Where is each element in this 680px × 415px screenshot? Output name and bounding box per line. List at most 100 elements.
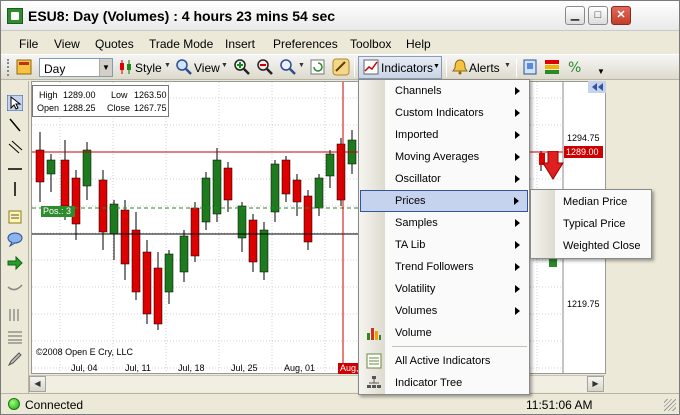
indicators-button[interactable]: Indicators ▼ <box>358 56 442 79</box>
resize-grip[interactable] <box>664 399 676 411</box>
view-dropdown-icon[interactable]: ▼ <box>221 62 228 69</box>
menu-trade-mode[interactable]: Trade Mode <box>149 37 213 51</box>
menu-item-custom-indicators[interactable]: Custom Indicators <box>360 102 528 124</box>
menu-item-label: Oscillator <box>395 173 441 185</box>
menu-item-volatility[interactable]: Volatility <box>360 278 528 300</box>
menu-item-label: Imported <box>395 129 439 141</box>
scroll-left-button[interactable]: ◀ <box>29 376 46 392</box>
menu-item-label: Channels <box>395 85 442 97</box>
palette-icon[interactable] <box>521 58 539 76</box>
menu-file[interactable]: File <box>19 37 38 51</box>
style-dropdown-icon[interactable]: ▼ <box>164 62 171 69</box>
callout-icon[interactable] <box>7 231 23 247</box>
menu-item-volume[interactable]: Volume <box>360 322 528 344</box>
menu-item-label: Trend Followers <box>395 261 474 273</box>
candle-body <box>212 159 222 215</box>
time-axis-label: Jul, 18 <box>178 363 205 373</box>
high-label: High <box>39 90 58 100</box>
menu-item-trend-followers[interactable]: Trend Followers <box>360 256 528 278</box>
indicators-label: Indicators <box>381 61 434 75</box>
scroll-right-button[interactable]: ▶ <box>587 376 604 392</box>
submenu-arrow-icon <box>515 263 520 271</box>
toolbar-overflow[interactable]: ▼ <box>597 65 605 76</box>
submenu-item-typical-price[interactable]: Typical Price <box>563 218 625 230</box>
menu-item-label: Moving Averages <box>395 151 480 163</box>
cycle-lines-icon[interactable] <box>7 307 23 323</box>
menu-insert[interactable]: Insert <box>225 37 255 51</box>
menu-item-imported[interactable]: Imported <box>360 124 528 146</box>
color-scheme-icon[interactable] <box>543 58 561 76</box>
last-price-tag: 1289.00 <box>564 146 603 158</box>
window-title: ESU8: Day (Volumes) : 4 hours 23 mins 54… <box>28 8 336 24</box>
trend-line-icon[interactable] <box>7 117 23 133</box>
low-value: 1263.50 <box>134 90 167 100</box>
candle-body <box>292 179 302 203</box>
alerts-label[interactable]: Alerts <box>469 61 500 75</box>
menu-preferences[interactable]: Preferences <box>273 37 338 51</box>
candle-body <box>314 177 324 209</box>
time-axis-label: Jul, 25 <box>231 363 258 373</box>
zoom-in-icon[interactable] <box>233 58 251 76</box>
menu-item-channels[interactable]: Channels <box>360 80 528 102</box>
zoom-menu-icon[interactable] <box>279 58 297 76</box>
period-icon[interactable] <box>16 58 34 76</box>
candle-body <box>46 159 56 175</box>
curve-icon[interactable] <box>7 277 23 293</box>
period-select[interactable]: Day ▼ <box>39 58 113 77</box>
arrow-right-icon[interactable] <box>7 255 23 271</box>
pen-icon[interactable] <box>7 351 23 367</box>
minimize-button[interactable]: ▁ <box>565 6 585 25</box>
menu-item-all-active-indicators[interactable]: All Active Indicators <box>360 350 528 372</box>
bell-icon[interactable] <box>451 58 469 76</box>
menu-item-label: Volumes <box>395 305 438 317</box>
collapse-panel-icon[interactable] <box>588 81 606 93</box>
menu-view[interactable]: View <box>54 37 80 51</box>
menu-help[interactable]: Help <box>406 37 431 51</box>
menu-toolbox[interactable]: Toolbox <box>350 37 391 51</box>
vertical-line-icon[interactable] <box>7 181 23 197</box>
menu-item-prices[interactable]: Prices <box>360 190 528 212</box>
zoom-out-icon[interactable] <box>256 58 274 76</box>
pointer-icon[interactable] <box>7 95 23 111</box>
menu-item-samples[interactable]: Samples <box>360 212 528 234</box>
menu-item-moving-averages[interactable]: Moving Averages <box>360 146 528 168</box>
candle-body <box>248 219 258 263</box>
view-label[interactable]: View <box>194 61 220 75</box>
submenu-arrow-icon <box>515 153 520 161</box>
text-note-icon[interactable] <box>7 209 23 225</box>
submenu-arrow-icon <box>515 307 520 315</box>
submenu-item-median-price[interactable]: Median Price <box>563 196 627 208</box>
menu-item-ta-lib[interactable]: TA Lib <box>360 234 528 256</box>
menu-item-oscillator[interactable]: Oscillator <box>360 168 528 190</box>
maximize-button[interactable]: □ <box>588 6 608 25</box>
candle-body <box>325 153 335 177</box>
menu-item-label: Indicator Tree <box>395 377 463 389</box>
alerts-dropdown-icon[interactable]: ▼ <box>504 62 511 69</box>
candle-body <box>237 205 247 239</box>
style-label[interactable]: Style <box>135 61 162 75</box>
drawing-tools-icon[interactable] <box>332 58 350 76</box>
position-tag[interactable]: Pos.: 3 <box>41 206 75 217</box>
submenu-arrow-icon <box>515 175 520 183</box>
fibonacci-icon[interactable] <box>7 329 23 345</box>
magnifier-icon[interactable] <box>175 58 193 76</box>
candle-style-icon[interactable] <box>117 58 135 76</box>
refresh-icon[interactable] <box>309 58 327 76</box>
toolbar-grip[interactable] <box>7 59 10 76</box>
title-bar[interactable]: ESU8: Day (Volumes) : 4 hours 23 mins 54… <box>1 1 679 31</box>
percent-tool-icon[interactable]: % <box>566 58 584 76</box>
menu-quotes[interactable]: Quotes <box>95 37 134 51</box>
channel-line-icon[interactable] <box>7 139 23 155</box>
menu-item-indicator-tree[interactable]: Indicator Tree <box>360 372 528 394</box>
chevron-down-icon[interactable]: ▼ <box>99 59 112 76</box>
candle-body <box>270 163 280 213</box>
candle-body <box>71 177 81 225</box>
menu-item-volumes[interactable]: Volumes <box>360 300 528 322</box>
horizontal-line-icon[interactable] <box>7 161 23 177</box>
indicators-dropdown-icon: ▼ <box>433 63 440 70</box>
submenu-arrow-icon <box>515 109 520 117</box>
close-button[interactable]: ✕ <box>611 6 631 25</box>
submenu-item-weighted-close[interactable]: Weighted Close <box>563 240 640 252</box>
zoom-dropdown-icon[interactable]: ▼ <box>298 62 305 69</box>
submenu-arrow-icon <box>515 241 520 249</box>
